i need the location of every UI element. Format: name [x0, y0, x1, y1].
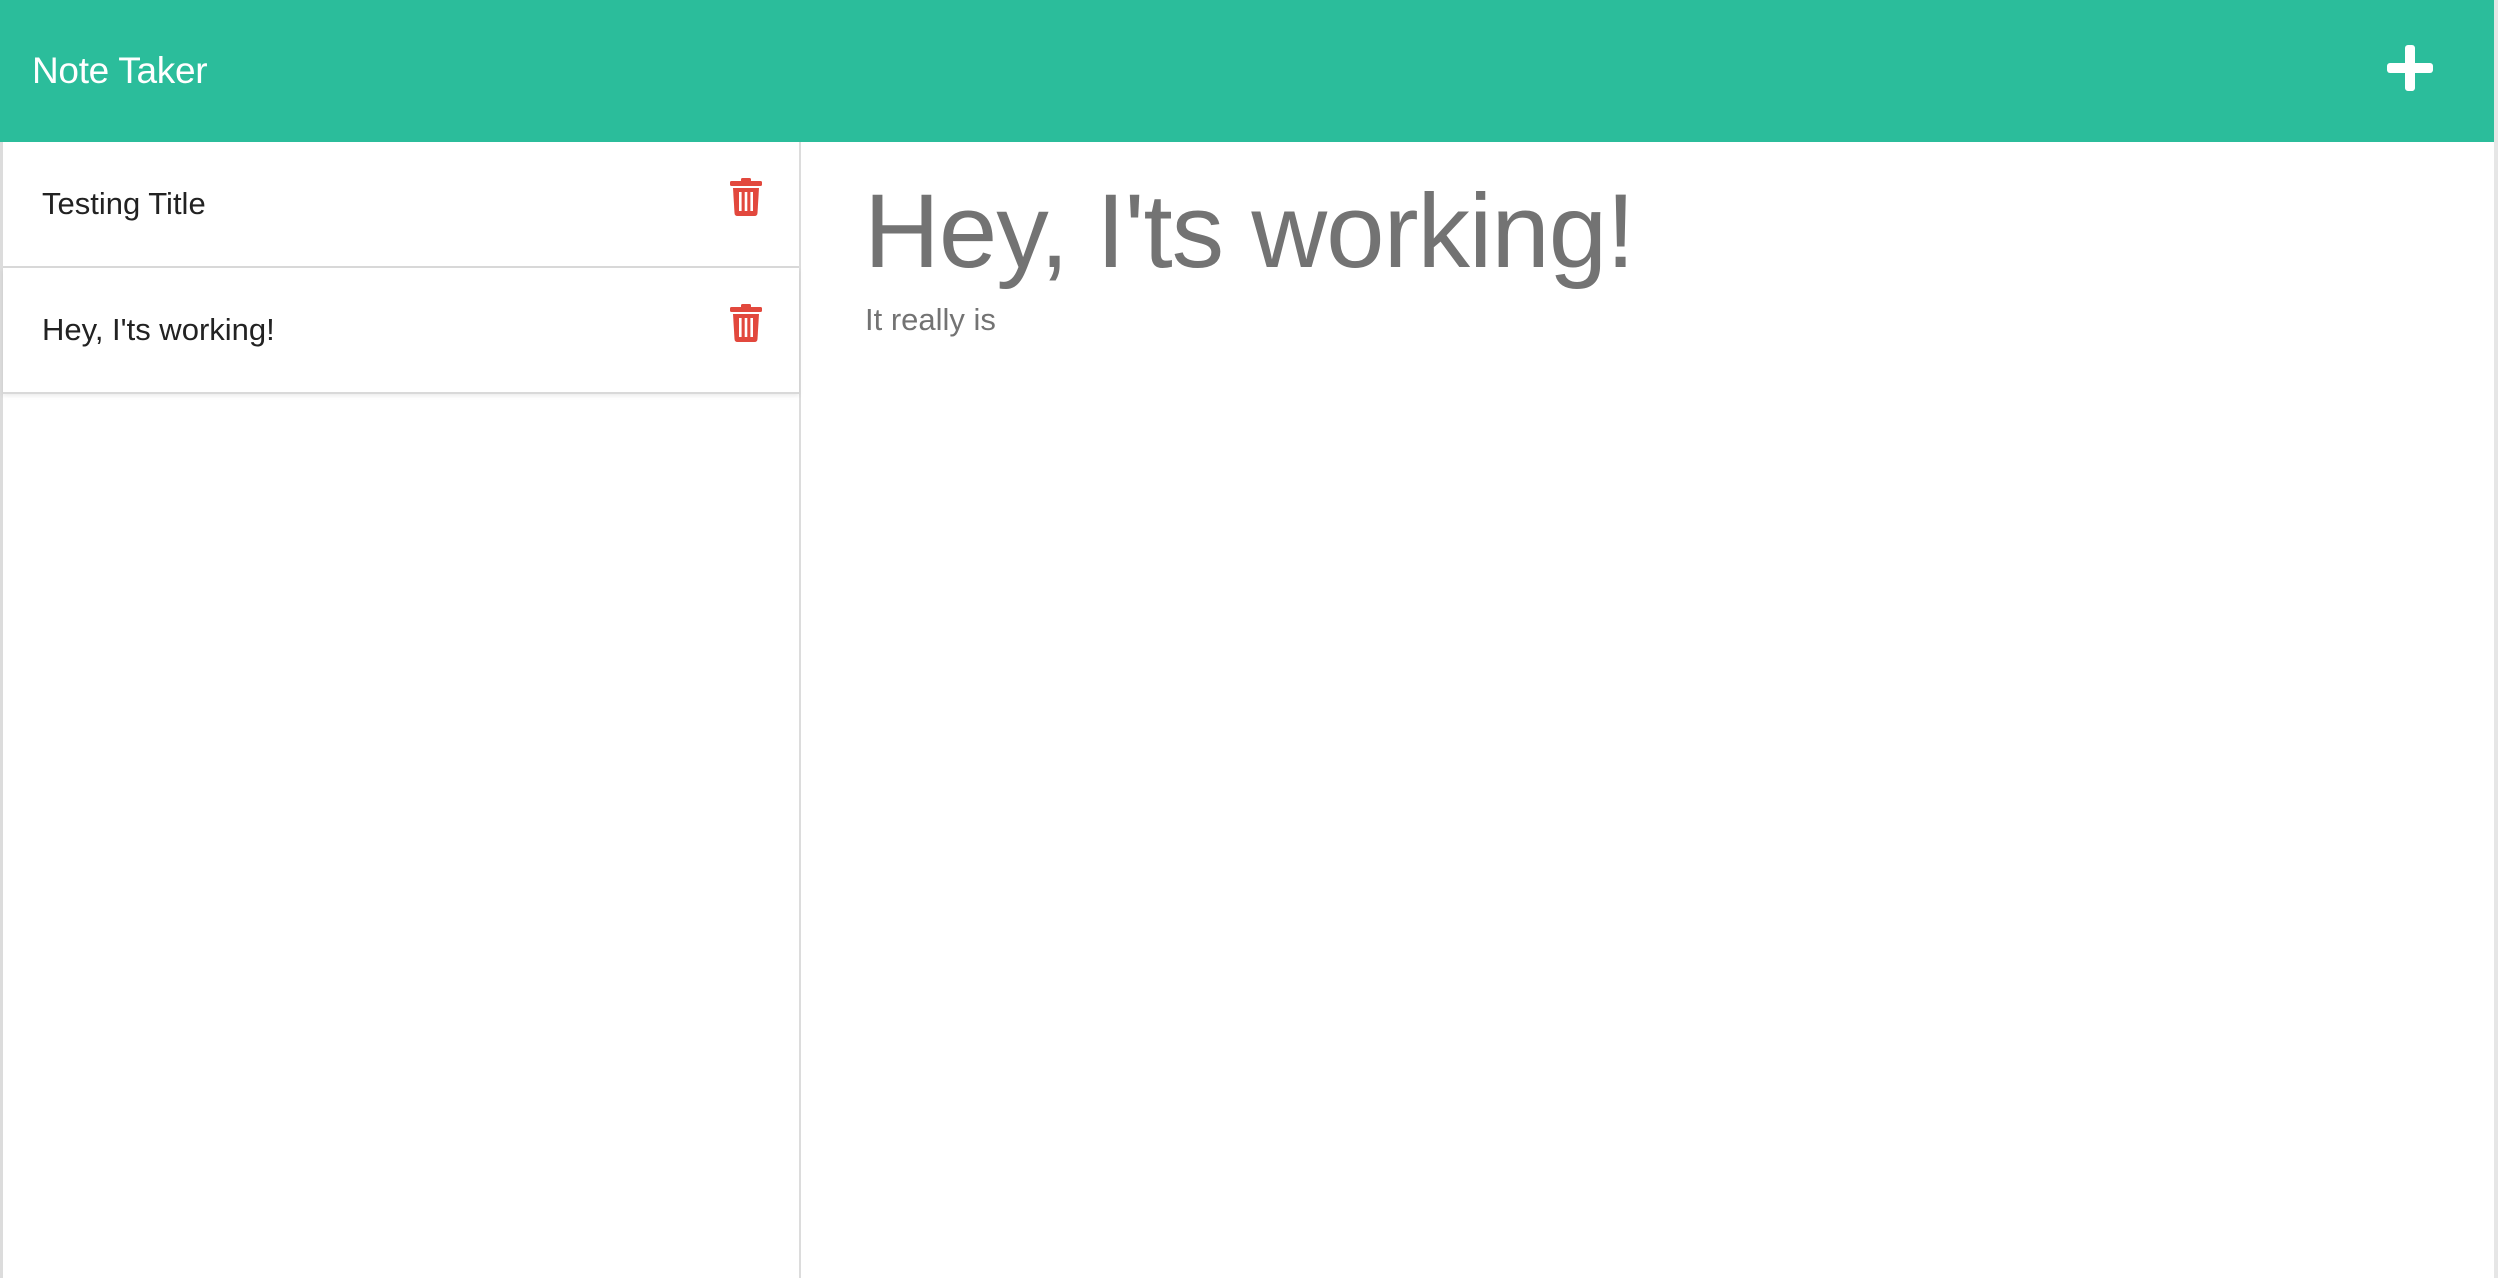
navbar: Note Taker: [0, 0, 2494, 142]
note-title-field[interactable]: Hey, I'ts working!: [864, 162, 2364, 302]
note-list-item-title: Testing Title: [42, 186, 206, 221]
brand-title[interactable]: Note Taker: [32, 46, 208, 96]
trash-icon: [730, 304, 762, 342]
note-body-field[interactable]: It really is: [865, 298, 2365, 342]
plus-icon: [2387, 45, 2433, 91]
delete-note-button[interactable]: [730, 178, 762, 216]
window-edge: [2494, 0, 2498, 1278]
note-taker-app: Note Taker Testing Title Hey, I'ts worki…: [0, 0, 2498, 1278]
trash-icon: [730, 178, 762, 216]
new-note-button[interactable]: [2382, 40, 2438, 96]
note-editor: Hey, I'ts working! It really is: [803, 142, 2494, 1278]
notes-sidebar: Testing Title Hey, I'ts working!: [0, 142, 801, 1278]
note-list-item[interactable]: Hey, I'ts working!: [3, 268, 799, 394]
note-list-item[interactable]: Testing Title: [3, 142, 799, 268]
note-list-item-title: Hey, I'ts working!: [42, 312, 275, 347]
delete-note-button[interactable]: [730, 304, 762, 342]
